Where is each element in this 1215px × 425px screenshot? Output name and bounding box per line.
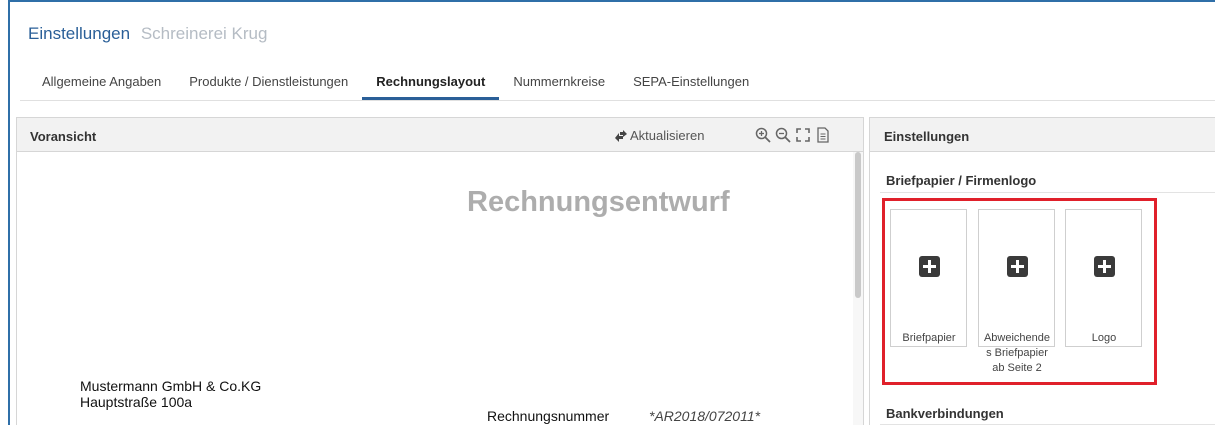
- invoice-preview-document: Rechnungsentwurf Mustermann GmbH & Co.KG…: [17, 152, 863, 425]
- fullscreen-icon[interactable]: [795, 127, 811, 143]
- bank-section-title: Bankverbindungen: [886, 406, 1004, 421]
- refresh-icon: [615, 129, 627, 142]
- tab-sepa-settings[interactable]: SEPA-Einstellungen: [619, 68, 763, 100]
- tab-invoice-layout[interactable]: Rechnungslayout: [362, 68, 500, 100]
- highlight-box: [882, 198, 1157, 385]
- recipient-street: Hauptstraße 100a: [80, 394, 193, 410]
- company-name: Schreinerei Krug: [140, 24, 268, 43]
- preview-scrollbar-thumb[interactable]: [855, 152, 861, 298]
- section-divider: [880, 192, 1215, 193]
- settings-header: Einstellungen: [870, 118, 1215, 152]
- preview-header: Voransicht Aktualisieren: [17, 118, 863, 152]
- settings-tabs: Allgemeine Angaben Produkte / Dienstleis…: [28, 68, 763, 100]
- tab-number-ranges[interactable]: Nummernkreise: [499, 68, 619, 100]
- refresh-button[interactable]: Aktualisieren: [614, 128, 704, 143]
- letterhead-section-title: Briefpapier / Firmenlogo: [886, 173, 1037, 188]
- invoice-draft-heading: Rechnungsentwurf: [467, 186, 730, 218]
- page-title: Einstellungen Schreinerei Krug: [28, 24, 267, 44]
- invoice-number-value: *AR2018/072011*: [649, 408, 761, 424]
- recipient-name: Mustermann GmbH & Co.KG: [80, 378, 262, 394]
- document-icon[interactable]: [815, 127, 831, 143]
- page-title-main: Einstellungen: [28, 24, 131, 43]
- preview-title: Voransicht: [30, 129, 97, 144]
- zoom-out-icon[interactable]: [775, 127, 791, 143]
- tab-general[interactable]: Allgemeine Angaben: [28, 68, 175, 100]
- settings-panel: Einstellungen Briefpapier / Firmenlogo B…: [869, 117, 1215, 425]
- tabs-divider: [20, 100, 1215, 101]
- tab-products-services[interactable]: Produkte / Dienstleistungen: [175, 68, 362, 100]
- settings-title: Einstellungen: [884, 129, 970, 144]
- zoom-in-icon[interactable]: [755, 127, 771, 143]
- refresh-label: Aktualisieren: [630, 128, 705, 143]
- preview-panel: Voransicht Aktualisieren Rechnungsentwur…: [16, 117, 864, 425]
- invoice-number-label: Rechnungsnummer: [487, 408, 610, 424]
